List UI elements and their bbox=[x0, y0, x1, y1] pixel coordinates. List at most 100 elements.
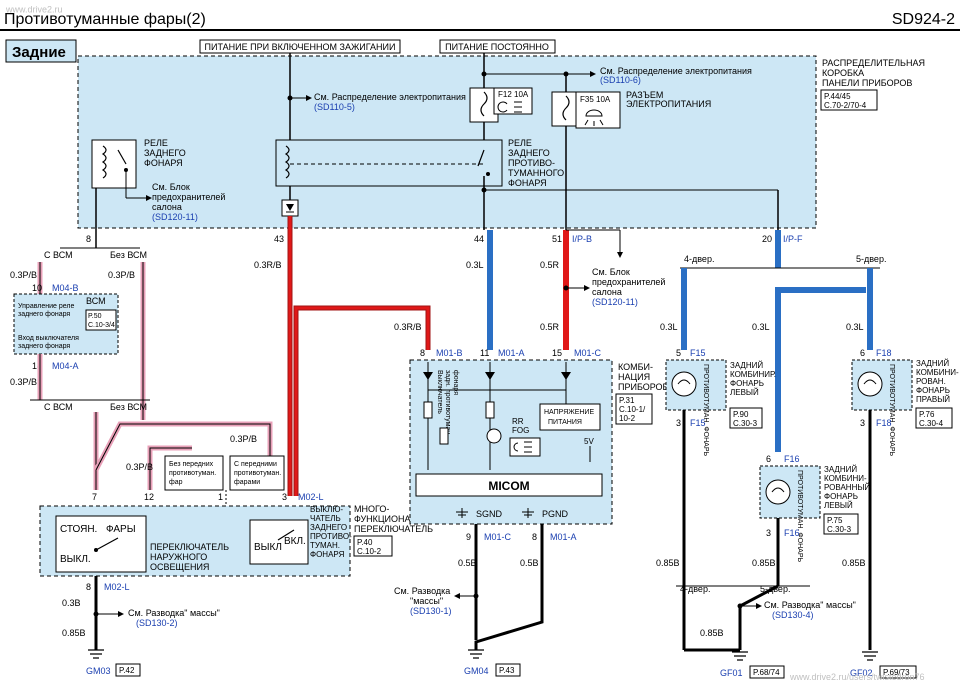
ml-vertical: ПРОТИВОТУМАН. ФОНАРЬ bbox=[796, 470, 803, 563]
ml-pin-top: 6 bbox=[766, 454, 771, 464]
cl-ref-3: 10-2 bbox=[619, 414, 636, 423]
ll-name-3: ФОНАРЬ bbox=[730, 379, 764, 388]
ll-conn-top: F15 bbox=[690, 348, 706, 358]
gm04-ref-arrow bbox=[454, 593, 460, 599]
cl-res-1 bbox=[423, 401, 433, 419]
gm03-label: GM03 bbox=[86, 666, 111, 676]
door4-a: 4-двер. bbox=[684, 254, 714, 264]
vykl-label: ВЫКЛ. bbox=[60, 554, 91, 565]
see-fuse-a3: салона bbox=[152, 202, 182, 212]
ll-name-1: ЗАДНИЙ bbox=[730, 361, 763, 370]
no-front-2: противотуман. bbox=[169, 470, 216, 477]
route-nobcm-a: Без ВСМ bbox=[110, 250, 147, 260]
box-ref-1: P.44/45 bbox=[824, 92, 851, 101]
box-title-1: РАСПРЕДЕЛИТЕЛЬНАЯ bbox=[822, 58, 925, 68]
wire-03b: 0.3B bbox=[62, 598, 81, 608]
ll-pin-bot: 3 bbox=[676, 418, 681, 428]
rl-pin-top: 6 bbox=[860, 348, 865, 358]
cl-name-1: КОМБИ- bbox=[618, 362, 653, 372]
relay-fog-2: ЗАДНЕГО bbox=[508, 148, 550, 158]
rl-pin-bot: 3 bbox=[860, 418, 865, 428]
ml-name-2: КОМБИНИ- bbox=[824, 474, 867, 483]
box-ref-2: C.70-2/70-4 bbox=[824, 101, 867, 110]
wire-03pb-a: 0.3P/B bbox=[10, 270, 37, 280]
rr-fog-indicator bbox=[486, 428, 502, 444]
pin-20-label: 20 bbox=[762, 234, 772, 244]
cl-ref-1: P.31 bbox=[619, 396, 635, 405]
relay-fog-pin bbox=[486, 172, 490, 176]
sw-name-3: ОСВЕЩЕНИЯ bbox=[150, 562, 209, 572]
relay-tail-1: РЕЛЕ bbox=[144, 138, 168, 148]
rl-name-1: ЗАДНИЙ bbox=[916, 359, 949, 368]
route-bcm-a: С ВСМ bbox=[44, 250, 73, 260]
bcm-conn18: M04-A bbox=[52, 361, 79, 371]
pin-8-label: 8 bbox=[86, 234, 91, 244]
red-wire-cluster bbox=[293, 305, 431, 496]
ml-ref-2: C.30-3 bbox=[827, 525, 852, 534]
ml-conn-top: F16 bbox=[784, 454, 800, 464]
wire-03rb-b: 0.3R/B bbox=[394, 322, 422, 332]
ll-ref-1: P.90 bbox=[733, 410, 749, 419]
mfs-pin1: 1 bbox=[218, 492, 223, 502]
wire-085b-d: 0.85B bbox=[842, 558, 866, 568]
conn-label-2: ЭЛЕКТРОПИТАНИЯ bbox=[626, 99, 711, 109]
gm04-ref: P.43 bbox=[499, 666, 515, 675]
wire-03rb-a: 0.3R/B bbox=[254, 260, 282, 270]
cl-conn8b: M01-A bbox=[550, 532, 577, 542]
fog-sw-2: ЧАТЕЛЬ bbox=[310, 514, 341, 523]
wire-03l-b: 0.3L bbox=[660, 322, 678, 332]
pin-20-conn: I/P-F bbox=[783, 234, 803, 244]
sgnd-label: SGND bbox=[476, 509, 503, 519]
fog-sw-5: ТУМАН. bbox=[310, 541, 340, 550]
ml-pin-bot: 3 bbox=[766, 528, 771, 538]
see-mass-c-code: (SD130-4) bbox=[772, 610, 814, 620]
cl-ref-2: C.10-1/ bbox=[619, 405, 646, 414]
gf01-ref: P.68/74 bbox=[753, 668, 780, 677]
cluster-gnd-wires bbox=[474, 524, 544, 650]
mfs-conn8: M02-L bbox=[104, 582, 130, 592]
gf01-ref-arrow bbox=[756, 603, 762, 609]
vkl-label: ВКЛ. bbox=[284, 536, 306, 547]
ll-conn-bot: F15 bbox=[690, 418, 706, 428]
wire-03pb-c: 0.3P/B bbox=[10, 377, 37, 387]
bcm-ref-2: C.10-3/4 bbox=[88, 322, 115, 329]
diagram-canvas: www.drive2.ru Противотуманные фары(2) SD… bbox=[0, 0, 960, 682]
cl-conn8: M01-B bbox=[436, 348, 463, 358]
cl-pin9: 9 bbox=[466, 532, 471, 542]
cl-pin15: 15 bbox=[552, 348, 562, 358]
cl-res-3 bbox=[439, 427, 449, 445]
relay-fog-5: ФОНАРЯ bbox=[508, 178, 547, 188]
const-dot bbox=[481, 71, 487, 77]
cl-pin11: 11 bbox=[480, 348, 489, 358]
rr-fog-1: RR bbox=[512, 417, 524, 426]
cl-res-2 bbox=[485, 401, 495, 419]
mfs-name-1: МНОГО- bbox=[354, 504, 389, 514]
pin-51-conn: I/P-B bbox=[572, 234, 592, 244]
ll-name-4: ЛЕВЫЙ bbox=[730, 388, 759, 397]
cl-conn11: M01-A bbox=[498, 348, 525, 358]
relay-fog-4: ТУМАННОГО bbox=[508, 168, 564, 178]
door5-a: 5-двер. bbox=[856, 254, 886, 264]
gm04-label: GM04 bbox=[464, 666, 489, 676]
see-mass-a: См. Разводка" массы" bbox=[128, 608, 220, 618]
pin-51-label: 51 bbox=[552, 234, 562, 244]
with-front-1: С передними bbox=[234, 461, 277, 468]
cl-conn15: M01-C bbox=[574, 348, 602, 358]
gf01-symbol bbox=[732, 651, 748, 661]
cl-name-2: НАЦИЯ bbox=[618, 372, 650, 382]
door4-b: 4-двер. bbox=[680, 584, 710, 594]
fog-sw-3: ЗАДНЕГО bbox=[310, 523, 347, 532]
see-fuse-a1: См. Блок bbox=[152, 182, 190, 192]
see-power-a: См. Распределение электропитания bbox=[314, 92, 466, 102]
watermark-bottom: www.drive2.ru/users/twistedron76 bbox=[789, 672, 925, 682]
wire-05b-a: 0.5B bbox=[458, 558, 477, 568]
see-power-b-code: (SD110-6) bbox=[600, 75, 641, 85]
see-mass-a-code: (SD130-2) bbox=[136, 618, 178, 628]
diagram-code: SD924-2 bbox=[892, 11, 955, 28]
rr-fog-2: FOG bbox=[512, 426, 529, 435]
rl-name-2: КОМБИНИ- bbox=[916, 368, 959, 377]
ml-bulb bbox=[765, 479, 791, 505]
see-fuse-b2: предохранителей bbox=[592, 277, 665, 287]
mfs-pin8: 8 bbox=[86, 582, 91, 592]
with-front-2: противотуман. bbox=[234, 470, 281, 477]
